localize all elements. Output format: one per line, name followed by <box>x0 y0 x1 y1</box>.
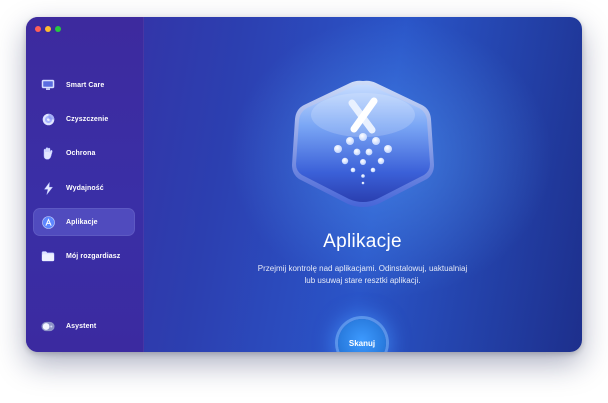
hero-illustration <box>288 75 438 210</box>
sidebar-item-label: Wydajność <box>66 184 104 192</box>
apps-icon <box>41 215 55 229</box>
sidebar-item-aplikacje[interactable]: Aplikacje <box>33 208 135 236</box>
close-window-button[interactable] <box>35 26 41 32</box>
scan-button[interactable]: Skanuj <box>338 319 386 352</box>
sidebar-item-label: Ochrona <box>66 149 96 157</box>
sidebar-item-label: Asystent <box>66 322 97 330</box>
sidebar-item-asystent[interactable]: Asystent <box>33 312 135 340</box>
sidebar-item-label: Aplikacje <box>66 218 98 226</box>
monitor-icon <box>41 78 55 92</box>
window-controls <box>35 26 61 32</box>
page-title: Aplikacje <box>323 231 402 252</box>
sidebar-item-smart-care[interactable]: Smart Care <box>33 71 135 99</box>
zoom-window-button[interactable] <box>55 26 61 32</box>
sidebar-item-ochrona[interactable]: Ochrona <box>33 139 135 167</box>
sidebar-item-label: Czyszczenie <box>66 115 109 123</box>
folder-icon <box>41 249 55 263</box>
uninstaller-badge-icon <box>292 80 434 207</box>
sidebar: Smart Care Czyszczenie Ochrona Wydajność… <box>26 17 144 352</box>
sidebar-item-label: Mój rozgardiasz <box>66 252 121 260</box>
assistant-toggle-icon <box>41 319 55 333</box>
app-window: Smart Care Czyszczenie Ochrona Wydajność… <box>26 17 582 352</box>
sidebar-item-wydajnosc[interactable]: Wydajność <box>33 174 135 202</box>
scan-button-label: Skanuj <box>348 338 376 348</box>
sidebar-item-czyszczenie[interactable]: Czyszczenie <box>33 105 135 133</box>
minimize-window-button[interactable] <box>45 26 51 32</box>
page-description: Przejmij kontrolę nad aplikacjami. Odins… <box>143 263 582 287</box>
description-line: lub usuwaj stare resztki aplikacji. <box>304 276 421 285</box>
sidebar-item-label: Smart Care <box>66 81 105 89</box>
description-line: Przejmij kontrolę nad aplikacjami. Odins… <box>257 264 468 273</box>
sidebar-item-moj-rozgardiasz[interactable]: Mój rozgardiasz <box>33 242 135 270</box>
disk-icon <box>41 112 55 126</box>
lightning-icon <box>41 181 55 195</box>
hand-icon <box>41 146 55 160</box>
